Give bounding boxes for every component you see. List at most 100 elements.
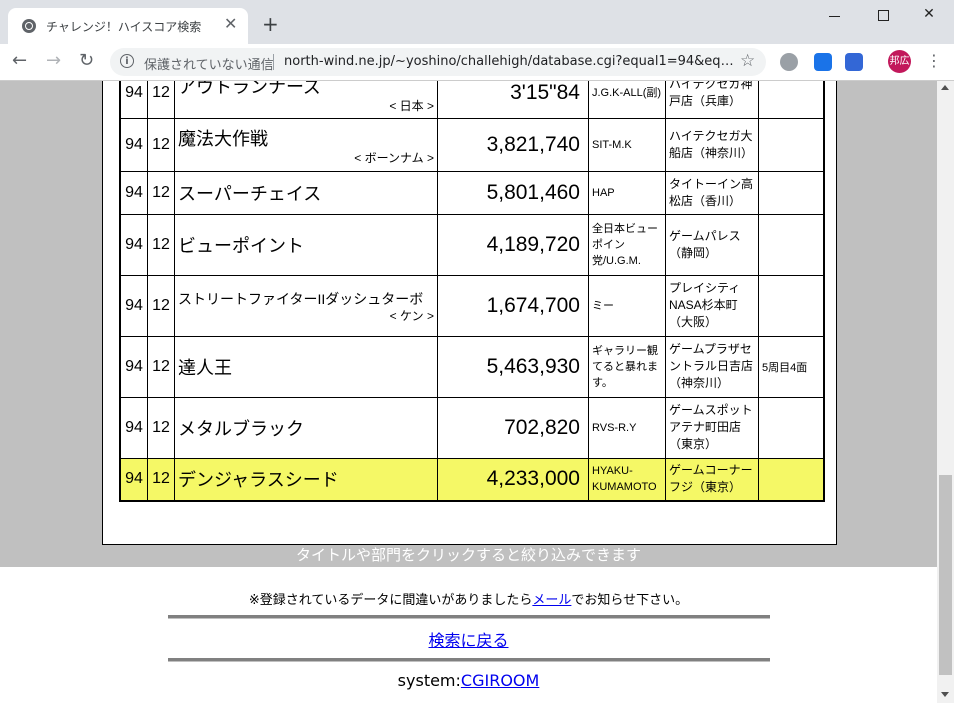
player-name-cell: ミー (588, 274, 666, 337)
month-cell: 12 (147, 457, 175, 502)
month-cell: 12 (147, 274, 175, 337)
player-name-cell: SIT-M.K (588, 117, 666, 172)
system-credit: system:CGIROOM (0, 671, 937, 690)
scroll-up-arrow-icon[interactable] (941, 85, 949, 90)
back-link-container: 検索に戻る (0, 627, 937, 651)
score-cell: 4,189,720 (437, 213, 589, 276)
store-cell: ゲームパレス（静岡） (665, 213, 759, 276)
table-row: 94 12 魔法大作戦 < ボーンナム >3,821,740 SIT-M.K ハイテクセガ… (119, 117, 825, 172)
table-row: 94 12 ストリートファイターIIダッシュターボ < ケン >1,674,700 ミー… (119, 274, 825, 337)
notice-text-before: ※登録されているデータに間違いがありましたら (248, 593, 533, 608)
division-label[interactable]: < ボーンナム > (178, 151, 434, 165)
browser-tab[interactable]: チャレンジ！ハイスコア検索 ✕ (8, 8, 248, 44)
game-title[interactable]: ストリートファイターIIダッシュターボ (178, 289, 434, 309)
browser-toolbar: ← → ↻ i 保護されていない通信 north-wind.ne.jp/~yos… (0, 44, 954, 81)
score-cell: 1,674,700 (437, 274, 589, 337)
close-tab-icon[interactable]: ✕ (224, 16, 237, 32)
system-label: system: (397, 671, 461, 690)
note-cell (758, 457, 825, 502)
player-name-cell: HYAKU-KUMAMOTO (588, 457, 666, 502)
store-cell: ゲームプラザセントラル日吉店（神奈川） (665, 335, 759, 398)
title-cell[interactable]: アウトランナーズ < 日本 > (174, 81, 438, 119)
extension-bi-icon[interactable] (814, 53, 832, 71)
back-arrow-icon[interactable]: ← (12, 51, 27, 71)
address-bar[interactable]: i 保護されていない通信 north-wind.ne.jp/~yoshino/c… (110, 48, 766, 76)
cgiroom-link[interactable]: CGIROOM (461, 671, 539, 690)
division-label[interactable]: < ケン > (178, 309, 434, 323)
year-cell: 94 (119, 117, 148, 172)
year-cell: 94 (119, 335, 148, 398)
game-title[interactable]: メタルブラック (178, 415, 434, 441)
table-row: 94 12 スーパーチェイス 5,801,460 HAP タイトーイン高松店（香川） (119, 170, 825, 215)
game-title[interactable]: スーパーチェイス (178, 180, 434, 206)
window-close-button[interactable]: ✕ (906, 6, 952, 26)
player-name-cell: ギャラリー観てると暴れます。 (588, 335, 666, 398)
score-cell: 702,820 (437, 396, 589, 459)
month-cell: 12 (147, 335, 175, 398)
reload-icon[interactable]: ↻ (79, 51, 94, 71)
url-text[interactable]: north-wind.ne.jp/~yoshino/challehigh/dat… (284, 54, 734, 69)
month-cell: 12 (147, 213, 175, 276)
extension-chat-icon[interactable] (780, 53, 798, 71)
month-cell: 12 (147, 81, 175, 119)
divider (273, 54, 274, 70)
store-cell: ゲームコーナーフジ（東京） (665, 457, 759, 502)
bookmark-star-icon[interactable]: ☆ (740, 51, 755, 71)
title-cell[interactable]: ビューポイント (174, 213, 438, 276)
vertical-scrollbar[interactable] (937, 81, 954, 703)
year-cell: 94 (119, 81, 148, 119)
scrollbar-thumb[interactable] (939, 475, 952, 675)
year-cell: 94 (119, 274, 148, 337)
title-cell[interactable]: 魔法大作戦 < ボーンナム > (174, 117, 438, 172)
table-row: 94 12 デンジャラスシード 4,233,000 HYAKU-KUMAMOTO ゲームコ… (119, 457, 825, 502)
extension-message-icon[interactable] (845, 53, 863, 71)
game-title[interactable]: 達人王 (178, 354, 434, 380)
note-cell: 5周目4面 (758, 335, 825, 398)
table-row: 94 12 メタルブラック 702,820 RVS-R.Y ゲームスポットアテナ町田店（東… (119, 396, 825, 459)
store-cell: ハイテクセガ神戸店（兵庫） (665, 81, 759, 119)
title-cell[interactable]: スーパーチェイス (174, 170, 438, 215)
store-cell: ゲームスポットアテナ町田店（東京） (665, 396, 759, 459)
store-cell: ハイテクセガ大船店（神奈川） (665, 117, 759, 172)
title-cell[interactable]: ストリートファイターIIダッシュターボ < ケン > (174, 274, 438, 337)
game-title[interactable]: デンジャラスシード (178, 466, 434, 492)
title-cell[interactable]: 達人王 (174, 335, 438, 398)
page-viewport: 94 12 アウトランナーズ < 日本 >3'15"84 J.G.K-ALL(副) ハイテ… (0, 81, 937, 703)
title-cell[interactable]: デンジャラスシード (174, 457, 438, 502)
table-row: 94 12 アウトランナーズ < 日本 >3'15"84 J.G.K-ALL(副) ハイテ… (119, 81, 825, 119)
game-title[interactable]: ビューポイント (178, 232, 434, 258)
mail-link[interactable]: メール (532, 593, 571, 608)
score-cell: 3,821,740 (437, 117, 589, 172)
player-name-cell: 全日本ビューポイン党/U.G.M. (588, 213, 666, 276)
year-cell: 94 (119, 396, 148, 459)
game-title[interactable]: 魔法大作戦 (178, 125, 434, 151)
tab-title: チャレンジ！ハイスコア検索 (46, 20, 202, 34)
maximize-button[interactable] (860, 6, 906, 26)
table-row: 94 12 ビューポイント 4,189,720 全日本ビューポイン党/U.G.M. ゲーム… (119, 213, 825, 276)
scroll-down-arrow-icon[interactable] (941, 692, 949, 697)
security-label[interactable]: 保護されていない通信 (144, 54, 274, 73)
score-cell: 5,801,460 (437, 170, 589, 215)
back-to-search-link[interactable]: 検索に戻る (428, 631, 508, 650)
new-tab-button[interactable]: + (262, 14, 279, 34)
kebab-menu-icon[interactable]: ⋮ (926, 50, 942, 72)
highscore-table: 94 12 アウトランナーズ < 日本 >3'15"84 J.G.K-ALL(副) ハイテ… (119, 81, 825, 502)
forward-arrow-icon[interactable]: → (46, 51, 61, 71)
score-cell: 5,463,930 (437, 335, 589, 398)
game-title[interactable]: アウトランナーズ (178, 81, 434, 99)
error-report-notice: ※登録されているデータに間違いがありましたらメールでお知らせ下さい。 (0, 589, 937, 608)
store-cell: プレイシティNASA杉本町（大阪） (665, 274, 759, 337)
month-cell: 12 (147, 117, 175, 172)
notice-text-after: でお知らせ下さい。 (571, 593, 689, 608)
info-icon[interactable]: i (120, 54, 134, 68)
title-cell[interactable]: メタルブラック (174, 396, 438, 459)
player-name-cell: RVS-R.Y (588, 396, 666, 459)
minimize-button[interactable] (812, 6, 858, 26)
year-cell: 94 (119, 457, 148, 502)
profile-avatar[interactable]: 邦広 (888, 50, 911, 73)
division-label[interactable]: < 日本 > (178, 99, 434, 113)
note-cell (758, 117, 825, 172)
note-cell (758, 170, 825, 215)
store-cell: タイトーイン高松店（香川） (665, 170, 759, 215)
note-cell (758, 396, 825, 459)
